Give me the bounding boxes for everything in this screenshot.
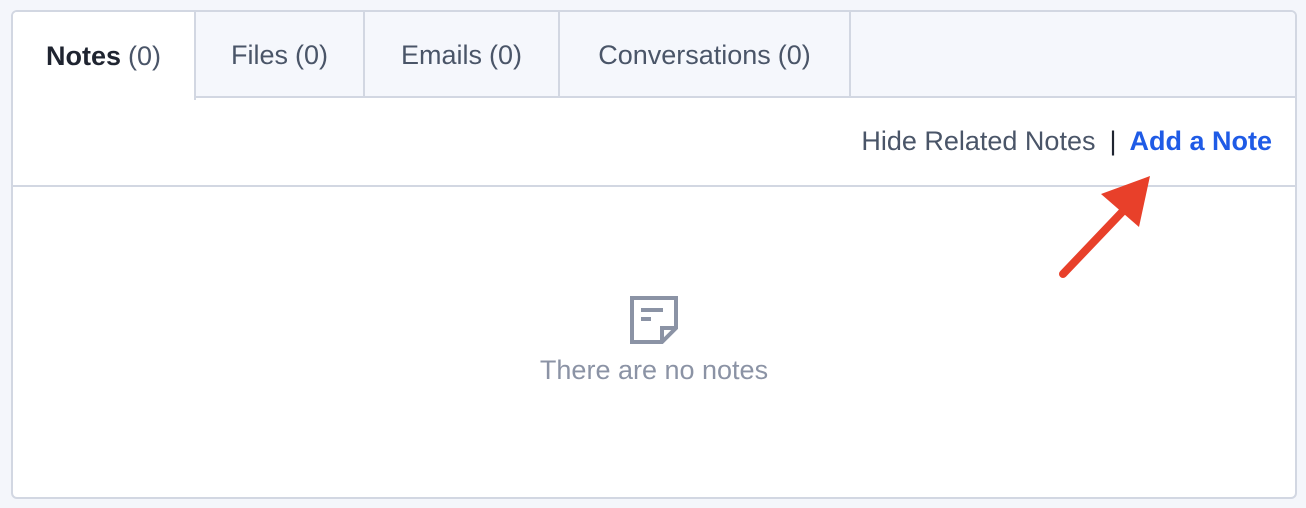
tab-conversations[interactable]: Conversations (0): [560, 12, 851, 98]
tab-notes-label: Notes: [45, 40, 121, 71]
tab-files[interactable]: Files (0): [196, 12, 365, 98]
action-separator: |: [1109, 126, 1117, 156]
tab-notes-count: (0): [128, 40, 161, 71]
hide-related-notes-link[interactable]: Hide Related Notes: [861, 126, 1095, 157]
add-note-link[interactable]: Add a Note: [1129, 126, 1272, 157]
tab-conversations-count: (0): [777, 39, 811, 70]
notes-actions: Hide Related Notes | Add a Note: [861, 98, 1272, 185]
note-icon: [630, 296, 678, 344]
tab-notes[interactable]: Notes (0): [13, 12, 196, 100]
tab-files-count: (0): [295, 39, 328, 70]
notes-action-bar: Hide Related Notes | Add a Note: [13, 98, 1295, 187]
tab-emails-count: (0): [489, 39, 522, 70]
notes-panel: Notes (0) Files (0) Emails (0) Conversat…: [11, 10, 1297, 499]
tab-bar: Notes (0) Files (0) Emails (0) Conversat…: [13, 12, 1295, 100]
tab-emails[interactable]: Emails (0): [365, 12, 560, 98]
tab-conversations-label: Conversations: [598, 39, 771, 70]
tab-emails-label: Emails: [400, 39, 482, 70]
tab-files-label: Files: [230, 39, 288, 70]
empty-state: There are no notes: [13, 187, 1295, 497]
empty-state-message: There are no notes: [539, 355, 769, 385]
